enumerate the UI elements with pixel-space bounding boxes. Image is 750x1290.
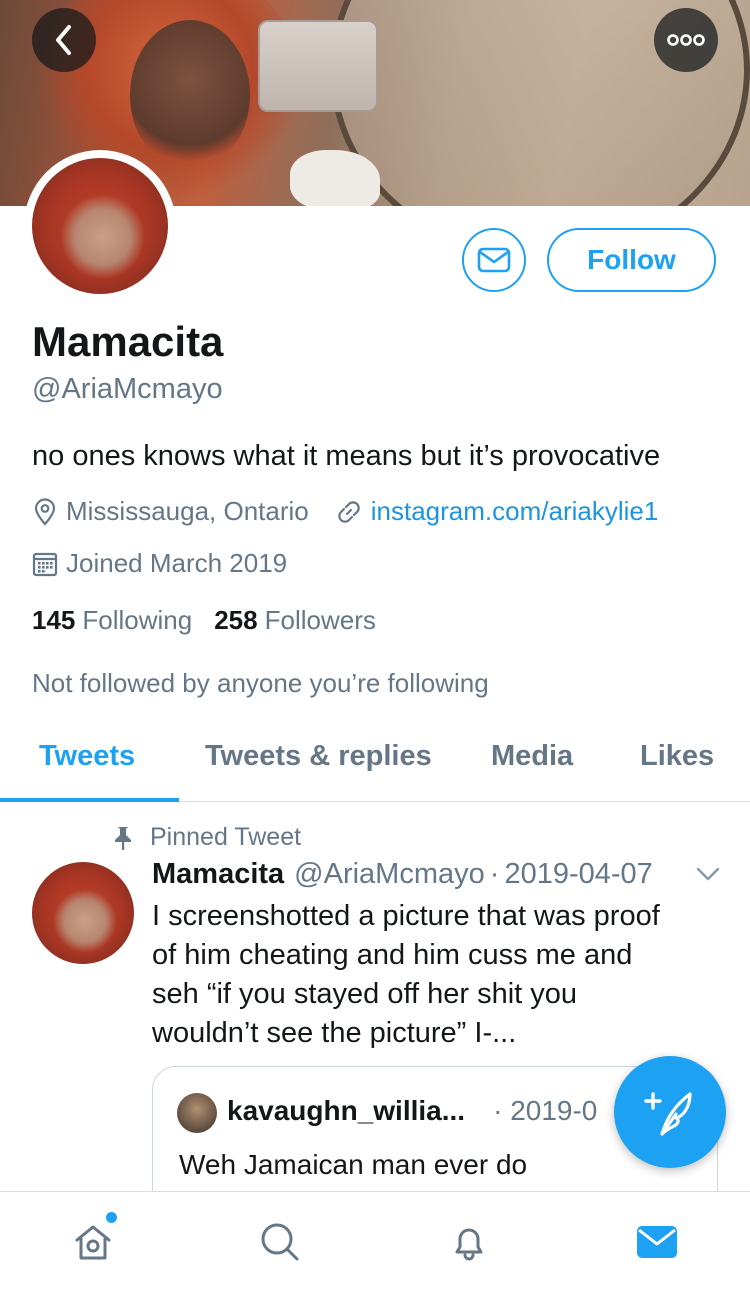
tweet-date: 2019-04-07 — [504, 858, 653, 890]
location-pin-icon — [34, 497, 56, 526]
quoted-tweet-text: Weh Jamaican man ever do — [179, 1149, 528, 1180]
following-label: Following — [82, 605, 193, 635]
message-button[interactable] — [462, 228, 526, 292]
tweet-text-line: wouldn’t see the picture” I-... — [152, 1017, 517, 1049]
tab-tweets[interactable]: Tweets — [39, 740, 135, 773]
profile-meta-row: Mississauga, Ontario instagram.com/ariak… — [32, 496, 658, 527]
nav-messages[interactable] — [627, 1212, 687, 1272]
mail-icon — [637, 1226, 677, 1258]
pinned-tweet-label-row: Pinned Tweet — [112, 823, 301, 852]
following-stat[interactable]: 145 Following — [32, 605, 192, 636]
followers-stat[interactable]: 258 Followers — [214, 605, 376, 636]
following-count: 145 — [32, 605, 76, 635]
link-icon — [338, 500, 360, 523]
profile-tabs: Tweets Tweets & replies Media Likes — [0, 720, 750, 802]
compose-feather-icon — [644, 1092, 692, 1136]
bell-icon — [455, 1228, 483, 1261]
tweet-author-avatar[interactable] — [32, 862, 134, 964]
back-button[interactable] — [32, 8, 96, 72]
bottom-tab-bar — [0, 1191, 750, 1290]
tweet-text-line: seh “if you stayed off her shit you — [152, 978, 578, 1010]
home-notification-dot — [106, 1212, 117, 1223]
tweet-author-handle[interactable]: @AriaMcmayo — [294, 858, 485, 891]
active-tab-indicator — [0, 798, 179, 802]
user-handle: @AriaMcmayo — [32, 373, 223, 405]
pinned-tweet-label: Pinned Tweet — [150, 823, 302, 851]
nav-notifications[interactable] — [439, 1212, 499, 1272]
followers-count: 258 — [214, 605, 258, 635]
location-text: Mississauga, Ontario — [66, 496, 309, 526]
display-name: Mamacita — [32, 318, 224, 365]
banner-cloth — [290, 150, 380, 206]
home-icon — [75, 1225, 111, 1260]
bio-text: no ones knows what it means but it’s pro… — [32, 440, 661, 472]
banner-face — [130, 20, 250, 170]
followers-label: Followers — [264, 605, 376, 635]
calendar-icon — [32, 552, 58, 576]
tweet-avatar-image — [32, 862, 134, 964]
not-followed-note: Not followed by anyone you’re following — [32, 668, 489, 698]
chevron-left-icon — [56, 25, 71, 55]
tab-tweets-replies[interactable]: Tweets & replies — [205, 740, 432, 773]
tweet-menu-button[interactable] — [696, 866, 720, 887]
pin-icon — [115, 826, 131, 850]
quoted-author-name: kavaughn_willia... — [227, 1095, 466, 1126]
tweet-header: Mamacita @AriaMcmayo · 2019-04-07 — [152, 858, 653, 891]
joined-item: Joined March 2019 — [32, 548, 287, 579]
website-link[interactable]: instagram.com/ariakylie1 — [371, 496, 659, 527]
more-options-button[interactable] — [654, 8, 718, 72]
joined-row: Joined March 2019 — [32, 548, 287, 579]
compose-tweet-button[interactable] — [614, 1056, 726, 1168]
nav-search[interactable] — [250, 1212, 310, 1272]
tweet-text-line: I screenshotted a picture that was proof — [152, 900, 660, 932]
tab-media[interactable]: Media — [491, 740, 573, 773]
website-item[interactable]: instagram.com/ariakylie1 — [335, 496, 659, 527]
quoted-tweet-header: kavaughn_willia... · 2019-0 — [227, 1095, 597, 1127]
quoted-avatar-image — [177, 1093, 217, 1133]
quoted-tweet-date: · 2019-0 — [493, 1095, 598, 1126]
chevron-down-icon — [696, 867, 720, 881]
tweet-text-line: of him cheating and him cuss me and — [152, 939, 633, 971]
search-icon — [261, 1223, 299, 1261]
banner-phone — [258, 20, 378, 112]
avatar-image — [32, 158, 168, 294]
location-item: Mississauga, Ontario — [32, 496, 309, 527]
tab-likes[interactable]: Likes — [640, 740, 714, 773]
tweet-text[interactable]: I screenshotted a picture that was proof… — [152, 897, 712, 1053]
tweet-separator: · — [489, 858, 500, 890]
envelope-icon — [477, 247, 511, 273]
more-dots-icon — [667, 34, 705, 46]
follow-stats: 145 Following 258 Followers — [32, 605, 398, 636]
profile-avatar[interactable] — [24, 150, 176, 302]
quoted-tweet-avatar — [177, 1093, 217, 1133]
tweet-author-name[interactable]: Mamacita — [152, 858, 284, 891]
follow-button[interactable]: Follow — [547, 228, 716, 292]
joined-text: Joined March 2019 — [66, 548, 288, 578]
